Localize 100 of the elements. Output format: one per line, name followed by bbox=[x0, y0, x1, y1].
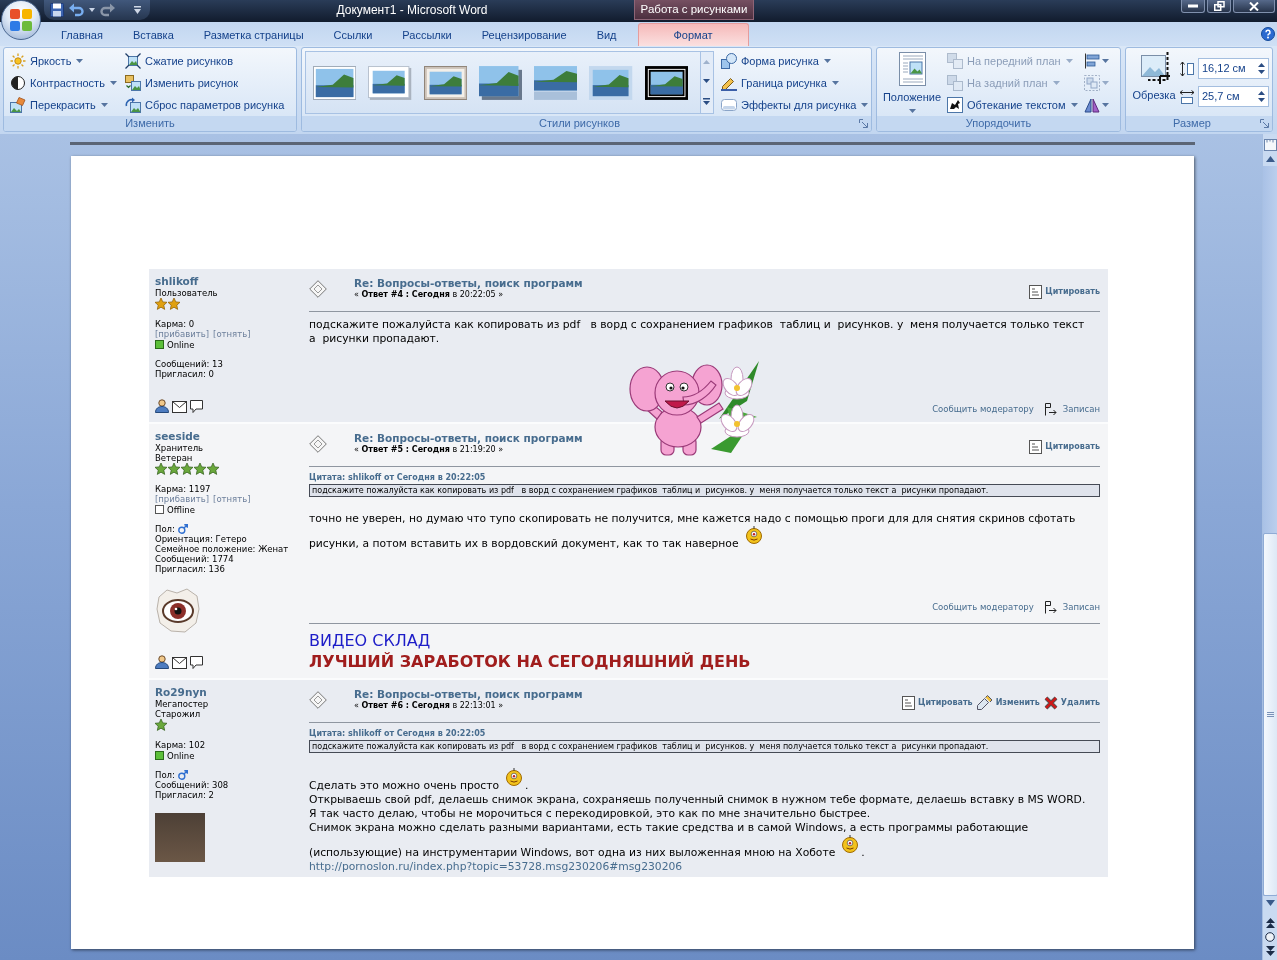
speech-bubble-icon[interactable] bbox=[190, 656, 203, 669]
pencil-icon bbox=[976, 695, 993, 710]
stacked-squares-icon bbox=[947, 75, 963, 91]
picture-style-thumbnail[interactable] bbox=[313, 64, 357, 101]
shape-button[interactable]: Форма рисунка bbox=[718, 50, 871, 72]
stacked-squares-icon bbox=[947, 53, 963, 69]
effects-button[interactable]: Эффекты для рисунка bbox=[718, 94, 871, 116]
delete-link[interactable]: Удалить bbox=[1043, 695, 1100, 710]
group-label: Стили рисунков bbox=[538, 116, 621, 131]
smiley-icon bbox=[841, 835, 860, 853]
picture-style-thumbnail[interactable] bbox=[423, 64, 467, 101]
group-label: Размер bbox=[1172, 116, 1212, 131]
save-icon[interactable] bbox=[50, 3, 64, 17]
close-button[interactable] bbox=[1233, 0, 1275, 13]
crop-picture-icon bbox=[1138, 52, 1170, 84]
picture-style-thumbnail[interactable] bbox=[368, 64, 412, 101]
post-subject-link[interactable]: Re: Вопросы-ответы, поиск программ bbox=[354, 432, 583, 445]
ribbon-tab[interactable]: Рецензирование bbox=[466, 23, 582, 46]
height-field[interactable]: 16,12 см bbox=[1198, 58, 1269, 79]
picture-style-thumbnail[interactable] bbox=[478, 64, 522, 101]
gallery-down-icon[interactable] bbox=[703, 79, 711, 83]
customize-caret-icon[interactable] bbox=[134, 6, 141, 14]
ruler-icon[interactable] bbox=[1263, 138, 1277, 152]
ribbon-tab[interactable]: Главная bbox=[46, 23, 118, 46]
post-subject-link[interactable]: Re: Вопросы-ответы, поиск программ bbox=[354, 688, 583, 701]
photo-placeholder bbox=[155, 813, 205, 862]
redo-icon[interactable] bbox=[100, 3, 115, 17]
crop-button[interactable]: Обрезка bbox=[1129, 50, 1179, 116]
pencil-line-icon bbox=[721, 75, 737, 91]
signature-link[interactable]: ВИДЕО СКЛАД bbox=[309, 630, 431, 651]
undo-icon[interactable] bbox=[69, 3, 84, 17]
speech-bubble-icon[interactable] bbox=[190, 400, 203, 413]
ribbon-tab[interactable]: Рассылки bbox=[387, 23, 467, 46]
minimize-button[interactable] bbox=[1181, 0, 1205, 13]
user-rank: Мегапостер bbox=[155, 699, 210, 709]
previous-page-icon[interactable] bbox=[1265, 918, 1275, 928]
ribbon-tab[interactable]: Разметка страницы bbox=[188, 23, 319, 46]
group-label: Упорядочить bbox=[964, 116, 1033, 131]
spin-up-icon[interactable] bbox=[1258, 91, 1265, 95]
scroll-down-icon[interactable] bbox=[1265, 900, 1275, 906]
change-picture-button[interactable]: Изменить рисунок bbox=[122, 72, 288, 94]
recolor-button[interactable]: Перекрасить bbox=[7, 94, 122, 116]
envelope-icon[interactable] bbox=[172, 657, 187, 669]
user-stat: Пригласил: 0 bbox=[155, 369, 216, 379]
user-icon[interactable] bbox=[155, 399, 169, 413]
username-link[interactable]: shlikoff bbox=[155, 275, 199, 288]
picture-style-thumbnail[interactable] bbox=[534, 64, 578, 101]
user-icon[interactable] bbox=[155, 655, 169, 669]
post-meta: « Ответ #4 : Сегодня в 20:22:05 » bbox=[354, 290, 505, 300]
next-page-icon[interactable] bbox=[1265, 946, 1275, 956]
spin-up-icon[interactable] bbox=[1258, 63, 1265, 67]
report-link[interactable]: Сообщить модератору bbox=[932, 403, 1034, 416]
picture-style-thumbnail[interactable] bbox=[589, 64, 633, 101]
edit-link[interactable]: Изменить bbox=[976, 695, 1040, 710]
quote-link[interactable]: Цитировать bbox=[902, 695, 973, 710]
gallery-expand-icon[interactable] bbox=[703, 98, 711, 106]
post-link[interactable]: http://pornoslon.ru/index.php?topic=53728.msg230206#msg230206 bbox=[309, 860, 683, 873]
post-text: (использующие) на инструментарии Windows, вот одна из них выложенная мною на Хоботе bbox=[309, 846, 836, 859]
quote-link[interactable]: Цитировать bbox=[1029, 439, 1100, 454]
restore-button[interactable] bbox=[1207, 0, 1231, 13]
karma-link[interactable]: [отнять] bbox=[213, 494, 251, 504]
username-link[interactable]: Ro29nyn bbox=[155, 686, 207, 699]
ribbon-tab[interactable]: Вставка bbox=[117, 23, 189, 46]
browse-object-icon[interactable] bbox=[1265, 932, 1275, 942]
picture-style-thumbnail[interactable] bbox=[644, 64, 688, 101]
karma-link[interactable]: [отнять] bbox=[213, 329, 251, 339]
contrast-button[interactable]: Контрастность bbox=[7, 72, 122, 94]
dialog-launcher-icon[interactable] bbox=[859, 119, 868, 128]
scrollbar-thumb[interactable] bbox=[1262, 533, 1277, 896]
minimize-icon bbox=[1188, 4, 1198, 8]
rank-star-icon bbox=[181, 463, 193, 475]
border-button[interactable]: Граница рисунка bbox=[718, 72, 871, 94]
spin-down-icon[interactable] bbox=[1258, 70, 1265, 74]
username-link[interactable]: seeside bbox=[155, 430, 200, 443]
scroll-up-icon[interactable] bbox=[1265, 156, 1275, 162]
smiley-icon bbox=[505, 768, 524, 786]
dialog-launcher-icon[interactable] bbox=[1260, 119, 1269, 128]
brightness-button[interactable]: Яркость bbox=[7, 50, 122, 72]
cross-icon bbox=[1043, 695, 1058, 710]
user-stat: Ориентация: Гетеро bbox=[155, 534, 248, 544]
arrow-icon bbox=[1043, 601, 1057, 614]
position-button[interactable]: Положение bbox=[880, 50, 944, 116]
post-subject-link[interactable]: Re: Вопросы-ответы, поиск программ bbox=[354, 277, 583, 290]
ribbon-tab[interactable]: Вид bbox=[581, 23, 632, 46]
quote-header: Цитата: shlikoff от Сегодня в 20:22:05 bbox=[309, 729, 487, 739]
karma-link[interactable]: [прибавить] bbox=[155, 329, 210, 339]
ribbon-tab[interactable]: Формат bbox=[637, 23, 749, 46]
reset-picture-button[interactable]: Сброс параметров рисунка bbox=[122, 94, 288, 116]
ribbon-tab[interactable]: Ссылки bbox=[318, 23, 388, 46]
spin-down-icon[interactable] bbox=[1258, 98, 1265, 102]
quote-link[interactable]: Цитировать bbox=[1029, 284, 1100, 299]
karma-link[interactable]: [прибавить] bbox=[155, 494, 210, 504]
compress-button[interactable]: Сжатие рисунков bbox=[122, 50, 288, 72]
karma-label: Карма: 1197 bbox=[155, 484, 212, 494]
caret-icon[interactable] bbox=[89, 8, 95, 12]
envelope-icon[interactable] bbox=[172, 401, 187, 413]
text-wrap-button[interactable]: Обтекание текстом bbox=[944, 94, 1082, 116]
report-link[interactable]: Сообщить модератору bbox=[932, 601, 1034, 614]
help-icon[interactable] bbox=[1261, 27, 1275, 41]
width-field[interactable]: 25,7 см bbox=[1198, 86, 1269, 107]
